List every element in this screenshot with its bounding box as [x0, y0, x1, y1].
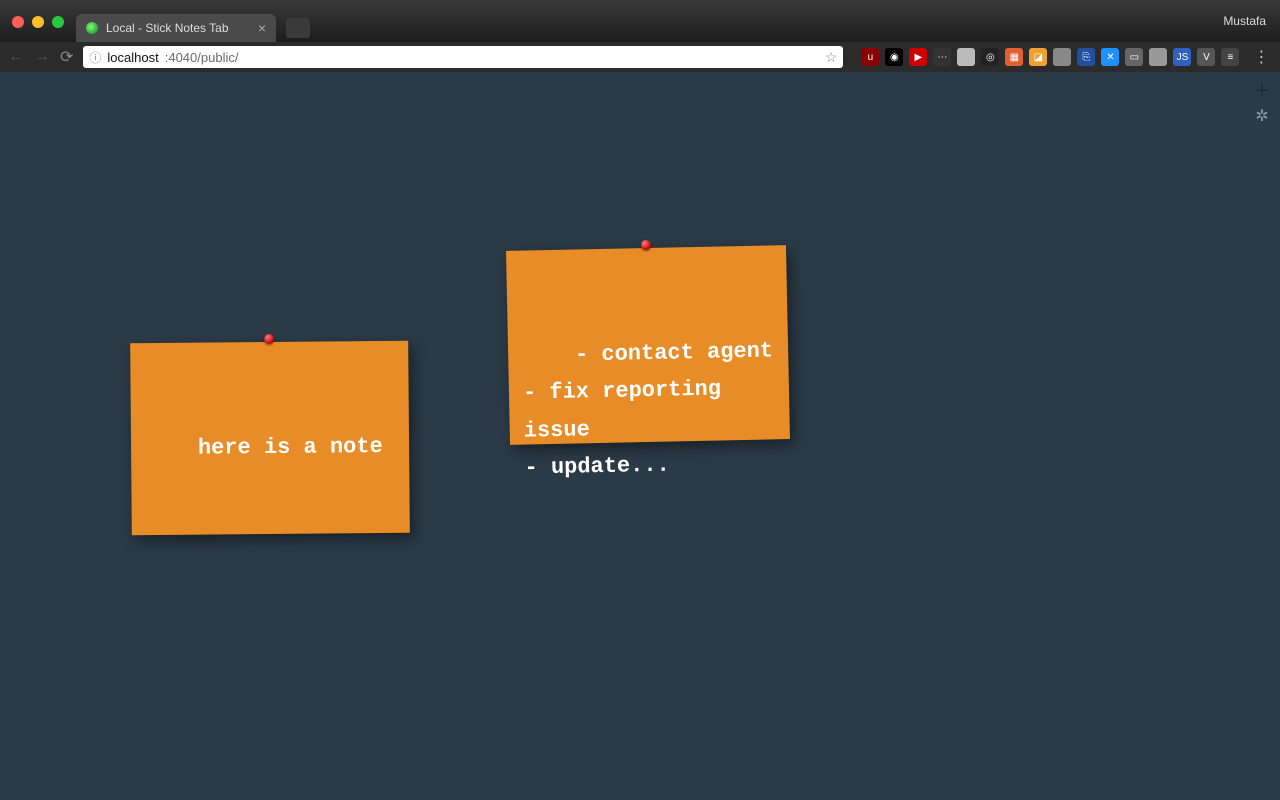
add-note-button[interactable]: ＋ — [1252, 80, 1272, 100]
pin-icon — [264, 334, 274, 344]
extension-ext-v-icon[interactable]: V — [1197, 48, 1215, 66]
extension-ext-grid-icon[interactable]: ▦ — [1005, 48, 1023, 66]
new-tab-button[interactable] — [286, 18, 310, 38]
browser-tab[interactable]: Local - Stick Notes Tab × — [76, 14, 276, 42]
browser-toolbar: ← → ⟳ ⓘ localhost :4040/public/ ☆ u ◉ ▶ ⋯ ◎ ▦ ◪… — [0, 42, 1280, 72]
page-canvas[interactable]: ＋ ✲ here is a note - contact agent - fix… — [0, 72, 1280, 800]
extension-ext-dots-icon[interactable]: ⋯ — [933, 48, 951, 66]
extension-ext-lines-icon[interactable]: ≡ — [1221, 48, 1239, 66]
back-button[interactable]: ← — [8, 48, 24, 66]
sticky-note[interactable]: - contact agent - fix reporting issue - … — [506, 245, 790, 445]
sticky-note-text[interactable]: - contact agent - fix reporting issue - … — [523, 338, 774, 480]
extension-ext-blue1-icon[interactable]: ⎘ — [1077, 48, 1095, 66]
sticky-note[interactable]: here is a note — [130, 341, 410, 535]
extension-ext-gray1-icon[interactable] — [1053, 48, 1071, 66]
window-controls — [0, 16, 76, 42]
profile-name[interactable]: Mustafa — [1223, 14, 1280, 42]
url-path: :4040/public/ — [165, 50, 239, 65]
settings-button[interactable]: ✲ — [1252, 106, 1272, 126]
extension-ext-eye-icon[interactable]: ◉ — [885, 48, 903, 66]
tab-title: Local - Stick Notes Tab — [106, 21, 229, 35]
url-host: localhost — [107, 50, 158, 65]
extension-ext-gray3-icon[interactable] — [1149, 48, 1167, 66]
extension-youtube-icon[interactable]: ▶ — [909, 48, 927, 66]
extension-ext-target-icon[interactable]: ◎ — [981, 48, 999, 66]
bookmark-star-icon[interactable]: ☆ — [825, 49, 838, 66]
forward-button[interactable]: → — [34, 48, 50, 66]
site-info-icon[interactable]: ⓘ — [89, 49, 101, 66]
extension-ublock-icon[interactable]: u — [861, 48, 879, 66]
address-bar[interactable]: ⓘ localhost :4040/public/ ☆ — [83, 46, 843, 68]
sticky-note-text[interactable]: here is a note — [198, 434, 383, 461]
extension-ext-orange-icon[interactable]: ◪ — [1029, 48, 1047, 66]
extension-ext-circle-icon[interactable] — [957, 48, 975, 66]
extension-ext-gray2-icon[interactable]: ▭ — [1125, 48, 1143, 66]
page-controls: ＋ ✲ — [1252, 80, 1272, 126]
extensions-bar: u ◉ ▶ ⋯ ◎ ▦ ◪ ⎘ ✕ ▭ JS V ≡ — [861, 48, 1239, 66]
tab-close-icon[interactable]: × — [258, 21, 266, 35]
extension-ext-js-icon[interactable]: JS — [1173, 48, 1191, 66]
browser-tab-strip: Local - Stick Notes Tab × Mustafa — [0, 0, 1280, 42]
tab-favicon — [86, 22, 98, 34]
window-minimize-button[interactable] — [32, 16, 44, 28]
reload-button[interactable]: ⟳ — [60, 47, 73, 67]
pin-icon — [641, 240, 651, 250]
window-maximize-button[interactable] — [52, 16, 64, 28]
window-close-button[interactable] — [12, 16, 24, 28]
browser-menu-icon[interactable]: ⋮ — [1249, 47, 1273, 67]
extension-ext-blue2-icon[interactable]: ✕ — [1101, 48, 1119, 66]
